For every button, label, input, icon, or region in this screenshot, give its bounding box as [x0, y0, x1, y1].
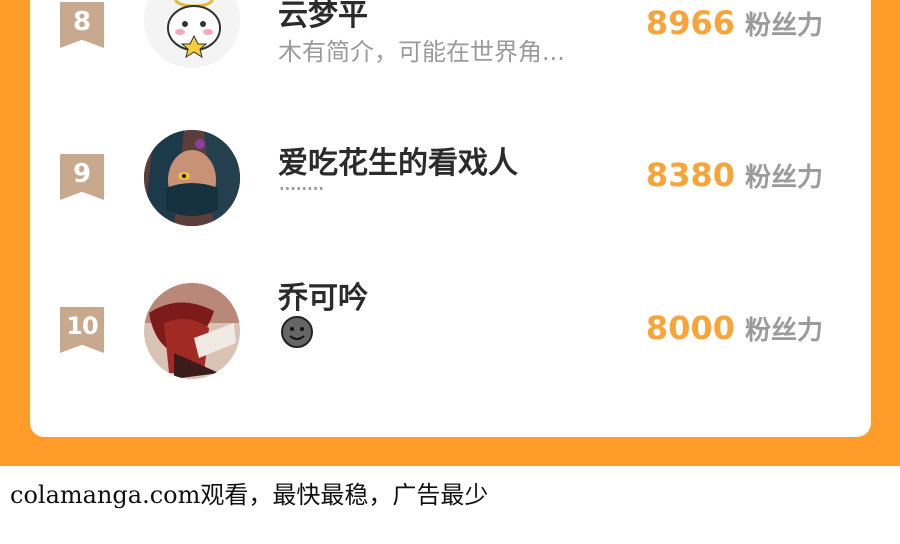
fans-label: 粉丝力	[744, 11, 823, 41]
angel-cat-icon	[144, 0, 240, 68]
red-hair-character-icon	[144, 283, 240, 379]
rank-badge: 9	[60, 154, 104, 200]
avatar[interactable]	[144, 130, 240, 226]
user-bio: ........	[278, 168, 325, 196]
footer-watermark-text: colamanga.com观看，最快最稳，广告最少	[10, 481, 489, 509]
user-bio: 木有简介，可能在世界角...	[278, 38, 565, 66]
fans-label: 粉丝力	[744, 316, 823, 346]
avatar[interactable]	[144, 283, 240, 379]
fans-label: 粉丝力	[744, 163, 823, 193]
fans-count: 8380	[645, 156, 735, 194]
ranking-row[interactable]: 10 乔可吟 8000 粉丝力	[30, 263, 871, 383]
smiley-face-icon	[281, 316, 313, 348]
masked-character-icon	[144, 130, 240, 226]
ranking-row[interactable]: 9 爱吃花生的看戏人 ........ 8380 粉丝力	[30, 110, 871, 230]
fans-power: 8380 粉丝力	[646, 156, 823, 194]
user-name[interactable]: 云梦平	[278, 0, 368, 34]
ranking-card: 8 云梦平 木有简介，可能在世界角... 8966 粉丝力 9 爱吃花生的看戏人…	[30, 0, 871, 437]
user-name[interactable]: 乔可吟	[278, 273, 368, 317]
ranking-row[interactable]: 8 云梦平 木有简介，可能在世界角... 8966 粉丝力	[30, 0, 871, 100]
rank-badge: 10	[60, 307, 104, 353]
fans-count: 8966	[645, 4, 735, 42]
ranking-frame: 8 云梦平 木有简介，可能在世界角... 8966 粉丝力 9 爱吃花生的看戏人…	[0, 0, 900, 466]
rank-badge: 8	[60, 2, 104, 48]
avatar[interactable]	[144, 0, 240, 68]
fans-power: 8966 粉丝力	[646, 4, 823, 42]
fans-power: 8000 粉丝力	[646, 309, 823, 347]
fans-count: 8000	[645, 309, 735, 347]
